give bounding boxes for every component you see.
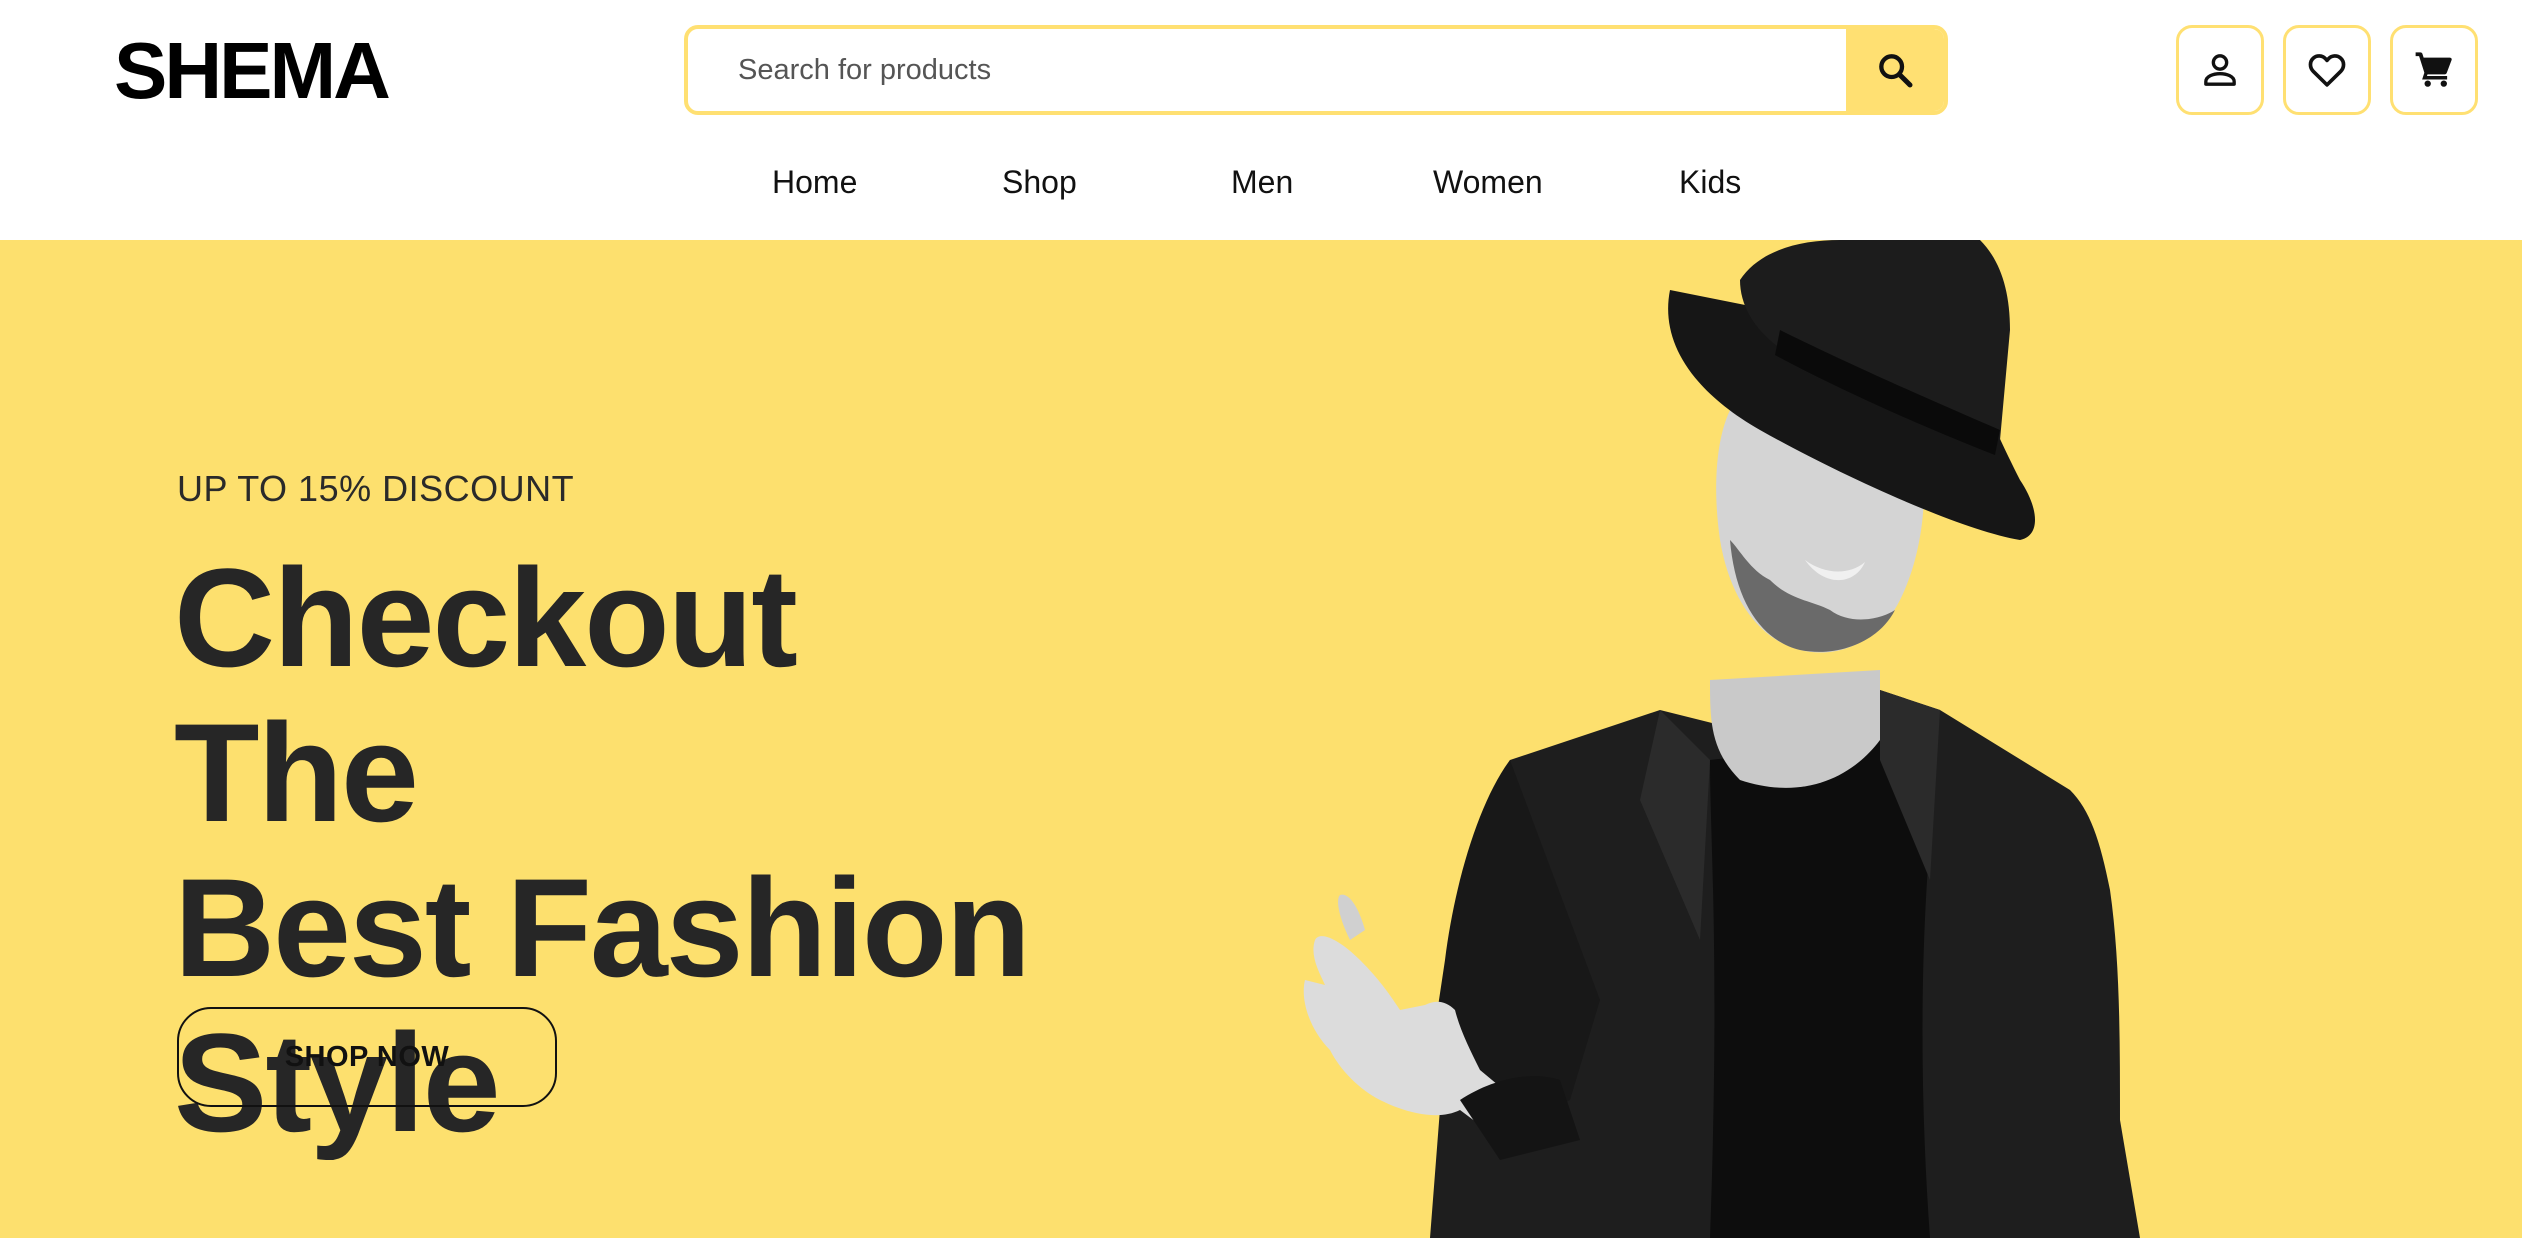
hero-model-image: [1303, 240, 2140, 1238]
nav-item-women[interactable]: Women: [1433, 164, 1543, 201]
site-header: SHEMA Search for products Home Shop Men …: [0, 0, 2522, 240]
search-input[interactable]: [688, 29, 1846, 111]
main-nav: Home Shop Men Women Kids: [0, 164, 2522, 218]
nav-item-home[interactable]: Home: [772, 164, 857, 201]
wishlist-button[interactable]: [2283, 25, 2371, 115]
hero-discount-text: UP TO 15% DISCOUNT: [177, 468, 575, 509]
hero-title-line: Checkout The: [174, 539, 798, 851]
cart-button[interactable]: [2390, 25, 2478, 115]
search-button[interactable]: [1846, 29, 1944, 111]
cart-icon: [2415, 52, 2452, 87]
brand-logo[interactable]: SHEMA: [114, 24, 391, 118]
search-bar: [684, 25, 1948, 115]
heart-icon: [2308, 54, 2346, 87]
account-button[interactable]: [2176, 25, 2264, 115]
user-icon: [2204, 54, 2236, 86]
hero-banner: UP TO 15% DISCOUNT Checkout The Best Fas…: [0, 240, 2522, 1238]
nav-item-shop[interactable]: Shop: [1002, 164, 1077, 201]
search-icon: [1879, 54, 1913, 88]
nav-item-men[interactable]: Men: [1231, 164, 1293, 201]
nav-item-kids[interactable]: Kids: [1679, 164, 1741, 201]
shop-now-button[interactable]: SHOP NOW: [177, 1007, 557, 1107]
hero-title-line: Best Fashion: [174, 849, 1031, 1006]
page: SHEMA Search for products Home Shop Men …: [0, 0, 2522, 1238]
